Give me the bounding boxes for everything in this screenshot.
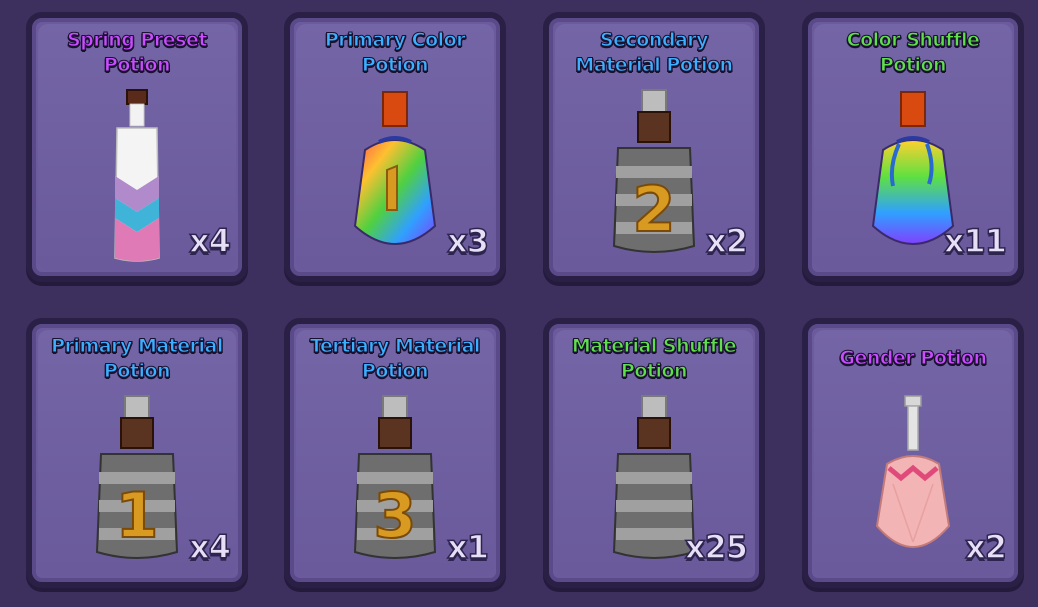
- potion-count: x4: [188, 221, 231, 261]
- potion-inventory-grid: Spring Preset Potion x4 Primary Color Po…: [0, 0, 1038, 607]
- potion-card-color-shuffle[interactable]: Color Shuffle Potion x11: [802, 12, 1024, 282]
- primary-color-potion-icon: [353, 91, 437, 245]
- primary-material-potion-icon: 1: [95, 395, 179, 559]
- gender-potion-icon: [875, 395, 951, 548]
- secondary-material-potion-icon: 2: [612, 89, 696, 253]
- potion-card-primary-material[interactable]: Primary Material Potion 1 x4: [26, 318, 248, 588]
- potion-card-secondary-material[interactable]: Secondary Material Potion 2 x2: [543, 12, 765, 282]
- potion-title: Tertiary Material Potion: [310, 335, 481, 383]
- tertiary-material-potion-icon: 3: [353, 395, 437, 559]
- potion-card-tertiary-material[interactable]: Tertiary Material Potion 3 x1: [284, 318, 506, 588]
- potion-count: x1: [446, 527, 489, 567]
- potion-title: Color Shuffle Potion: [846, 29, 980, 77]
- spring-preset-potion-icon: [114, 89, 160, 262]
- potion-title: Primary Color Potion: [324, 29, 466, 77]
- potion-title: Primary Material Potion: [51, 335, 224, 383]
- potion-count: x3: [446, 221, 489, 261]
- potion-count: x11: [943, 221, 1008, 261]
- potion-card-spring-preset[interactable]: Spring Preset Potion x4: [26, 12, 248, 282]
- potion-card-material-shuffle[interactable]: Material Shuffle Potion x25: [543, 318, 765, 588]
- potion-title: Secondary Material Potion: [575, 29, 734, 77]
- potion-card-gender[interactable]: Gender Potion x2: [802, 318, 1024, 588]
- potion-card-primary-color[interactable]: Primary Color Potion x3: [284, 12, 506, 282]
- svg-text:3: 3: [373, 479, 416, 552]
- svg-text:2: 2: [632, 173, 675, 246]
- potion-title: Spring Preset Potion: [67, 29, 208, 77]
- potion-count: x2: [705, 221, 748, 261]
- potion-title: Material Shuffle Potion: [571, 335, 737, 383]
- svg-text:1: 1: [115, 479, 158, 552]
- potion-count: x2: [964, 527, 1007, 567]
- potion-title: Gender Potion: [839, 347, 988, 370]
- potion-count: x25: [684, 527, 749, 567]
- potion-count: x4: [188, 527, 231, 567]
